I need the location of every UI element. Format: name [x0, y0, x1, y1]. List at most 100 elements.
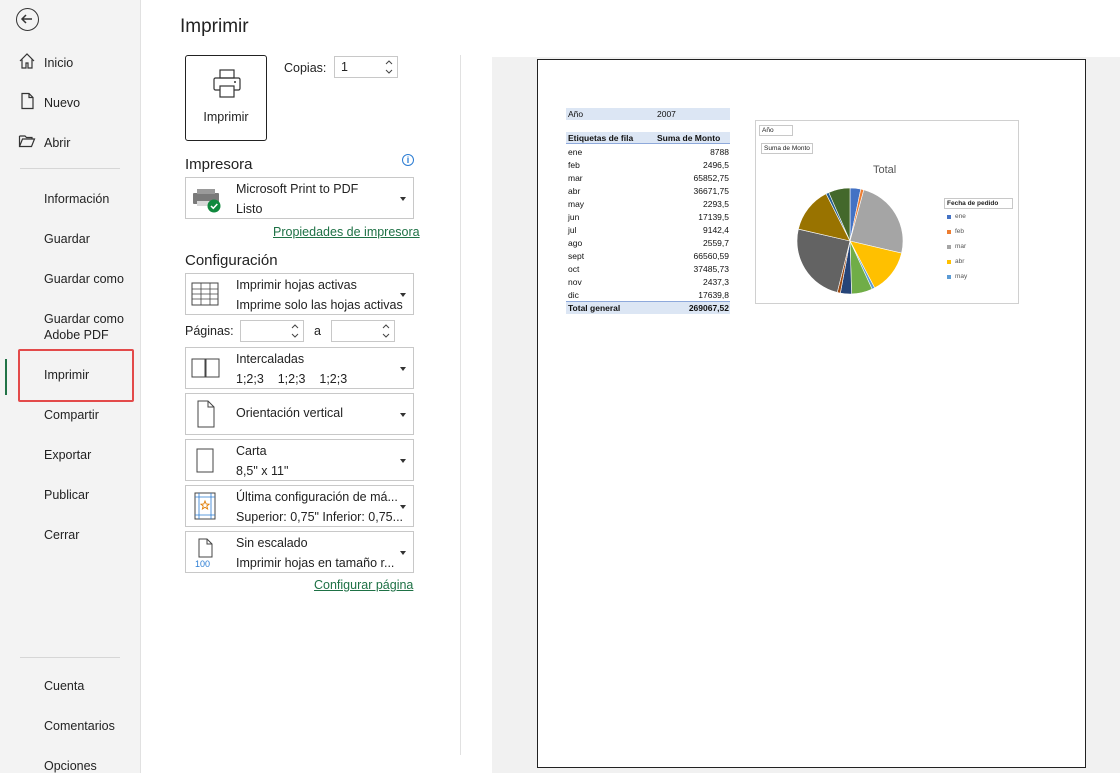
scaling-title: Sin escalado	[236, 536, 308, 550]
pivot-total-label: Total general	[568, 303, 621, 313]
stepper-arrows-icon[interactable]	[381, 322, 391, 340]
back-arrow-icon[interactable]	[16, 8, 39, 31]
pivot-row-value: 2559,7	[703, 238, 729, 248]
nav-nuevo-label: Nuevo	[44, 96, 81, 110]
collate-desc: 1;2;3 1;2;3 1;2;3	[236, 372, 348, 386]
chart-filter-sum[interactable]: Suma de Monto	[761, 143, 813, 154]
pivot-row-value: 65852,75	[693, 173, 729, 183]
copies-label: Copias:	[284, 61, 327, 75]
pivot-row-label: may	[568, 199, 585, 209]
nav-publicar-label: Publicar	[44, 488, 90, 502]
nav-cerrar[interactable]: Cerrar	[0, 516, 141, 552]
pivot-row-label: jul	[568, 225, 577, 235]
legend-item-label: ene	[955, 213, 966, 220]
nav-opciones-label: Opciones	[44, 759, 97, 773]
paper-size-desc: 8,5" x 11"	[236, 464, 289, 478]
chart-filter-year[interactable]: Año	[759, 125, 793, 136]
print-button-label: Imprimir	[203, 110, 249, 124]
copies-stepper[interactable]: 1	[334, 56, 398, 78]
nav-inicio[interactable]: Inicio	[0, 44, 141, 80]
nav-abrir[interactable]: Abrir	[0, 124, 141, 160]
printer-dropdown[interactable]: Microsoft Print to PDF Listo	[185, 177, 414, 219]
pivot-row-value: 2437,3	[703, 277, 729, 287]
nav-opciones[interactable]: Opciones	[0, 747, 141, 773]
pages-from-input[interactable]	[240, 320, 304, 342]
orientation-dropdown[interactable]: Orientación vertical	[185, 393, 414, 435]
collated-pages-icon	[191, 358, 220, 378]
nav-informacion-label: Información	[44, 192, 110, 206]
pivot-row-label: ago	[568, 238, 583, 248]
scaling-dropdown[interactable]: 100 Sin escalado Imprimir hojas en tamañ…	[185, 531, 414, 573]
scaling-100-icon: 100	[195, 538, 213, 569]
chevron-down-icon	[400, 459, 406, 463]
legend-swatch	[947, 245, 951, 249]
nav-comentarios[interactable]: Comentarios	[0, 707, 141, 743]
nav-exportar[interactable]: Exportar	[0, 436, 141, 472]
print-button[interactable]: Imprimir	[185, 55, 267, 141]
pivot-row-value: 9142,4	[703, 225, 729, 235]
info-icon[interactable]: i	[402, 154, 414, 166]
backstage-nav: Inicio Nuevo Abrir Información Guardar G…	[0, 0, 141, 773]
margins-icon	[194, 492, 216, 520]
pivot-row-label: jun	[568, 212, 580, 222]
pie-chart[interactable]: Año Suma de Monto Total Fecha de pedido …	[755, 120, 1019, 304]
active-indicator	[5, 359, 7, 395]
chevron-down-icon	[400, 293, 406, 297]
sheet-grid-icon	[191, 282, 219, 306]
pivot-col-labels: Etiquetas de fila	[568, 133, 634, 143]
legend-item-label: abr	[955, 258, 965, 265]
legend-swatch	[947, 275, 951, 279]
copies-value: 1	[341, 60, 348, 74]
pivot-row-label: nov	[568, 277, 582, 287]
pivot-year-value: 2007	[657, 109, 676, 119]
print-what-title: Imprimir hojas activas	[236, 278, 357, 292]
pie-plot	[796, 187, 904, 295]
nav-publicar[interactable]: Publicar	[0, 476, 141, 512]
paper-size-icon	[196, 448, 214, 473]
nav-cuenta-label: Cuenta	[44, 679, 85, 693]
page-setup-link[interactable]: Configurar página	[314, 578, 413, 592]
scaling-desc: Imprimir hojas en tamaño r...	[236, 556, 395, 570]
collate-title: Intercaladas	[236, 352, 305, 366]
highlight-annotation	[18, 349, 134, 402]
printer-properties-link[interactable]: Propiedades de impresora	[273, 225, 420, 239]
nav-cuenta[interactable]: Cuenta	[0, 667, 141, 703]
pages-to-label: a	[314, 324, 321, 338]
nav-compartir[interactable]: Compartir	[0, 396, 141, 432]
pivot-row-label: dic	[568, 290, 579, 300]
nav-abrir-label: Abrir	[44, 136, 71, 150]
portrait-page-icon	[197, 400, 215, 428]
pivot-total-value: 269067,52	[688, 303, 729, 313]
printer-section-title: Impresora	[185, 156, 253, 173]
nav-guardar-como-label: Guardar como	[44, 272, 124, 286]
nav-inicio-label: Inicio	[44, 56, 74, 70]
new-document-icon	[18, 92, 38, 112]
config-section-title: Configuración	[185, 252, 278, 269]
margins-desc: Superior: 0,75" Inferior: 0,75...	[236, 510, 404, 524]
legend-swatch	[947, 215, 951, 219]
paper-size-dropdown[interactable]: Carta 8,5" x 11"	[185, 439, 414, 481]
stepper-arrows-icon[interactable]	[290, 322, 300, 340]
pivot-row-label: ene	[568, 147, 583, 157]
legend-item-label: may	[955, 273, 968, 280]
chevron-down-icon	[400, 197, 406, 201]
nav-guardar-adobe-pdf-line2: Adobe PDF	[44, 328, 109, 342]
collate-dropdown[interactable]: Intercaladas 1;2;3 1;2;3 1;2;3	[185, 347, 414, 389]
legend-item-label: feb	[955, 228, 965, 235]
print-what-dropdown[interactable]: Imprimir hojas activas Imprime solo las …	[185, 273, 414, 315]
nav-guardar-adobe-pdf[interactable]: Guardar como Adobe PDF	[0, 300, 141, 344]
page-title: Imprimir	[180, 16, 249, 37]
pivot-row-label: oct	[568, 264, 580, 274]
nav-nuevo[interactable]: Nuevo	[0, 84, 141, 120]
margins-dropdown[interactable]: Última configuración de má... Superior: …	[185, 485, 414, 527]
chevron-down-icon	[400, 413, 406, 417]
nav-guardar-como[interactable]: Guardar como	[0, 260, 141, 296]
nav-guardar[interactable]: Guardar	[0, 220, 141, 256]
print-what-desc: Imprime solo las hojas activas	[236, 298, 403, 312]
stepper-arrows-icon[interactable]	[384, 58, 394, 76]
pages-to-input[interactable]	[331, 320, 395, 342]
scaling-100-text: 100	[195, 559, 210, 569]
chevron-down-icon	[400, 505, 406, 509]
chevron-down-icon	[400, 367, 406, 371]
nav-informacion[interactable]: Información	[0, 180, 141, 216]
